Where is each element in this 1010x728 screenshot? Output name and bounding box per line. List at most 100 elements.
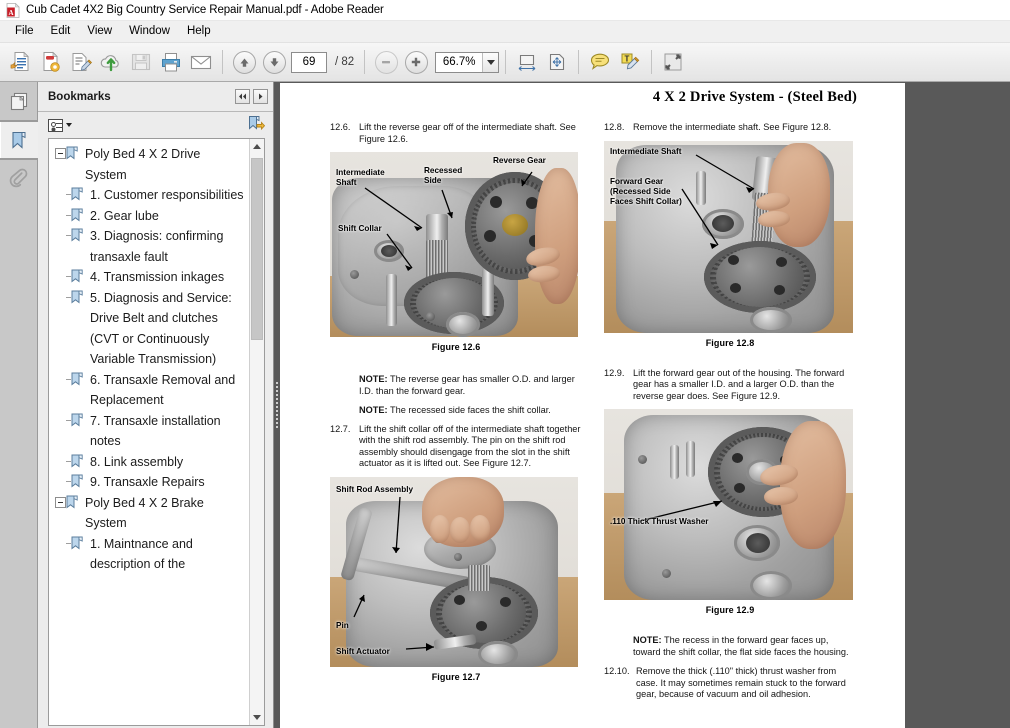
bookmark-item[interactable]: 1. Customer responsibilities xyxy=(49,185,249,206)
figure-12-7-label-1: Pin xyxy=(336,620,349,630)
bookmark-item[interactable]: Poly Bed 4 X 2 Brake System xyxy=(49,493,249,534)
bookmarks-tree-container: Poly Bed 4 X 2 Drive System 1. Customer r… xyxy=(48,138,265,726)
figure-12-6-label-2: Reverse Gear xyxy=(493,156,546,166)
fg-hole-1 xyxy=(728,254,739,265)
main-toolbar: 69 / 82 66.7% T xyxy=(0,43,1010,82)
figure-12-9-caption: Figure 12.9 xyxy=(705,605,755,616)
title-bar: A Cub Cadet 4X2 Big Country Service Repa… xyxy=(0,0,1010,21)
page-thumbnails-icon[interactable] xyxy=(0,82,38,120)
bookmark-item[interactable]: Poly Bed 4 X 2 Drive System xyxy=(49,144,249,185)
bookmark-collapse-toggle[interactable] xyxy=(55,148,66,159)
bookmark-item[interactable]: 9. Transaxle Repairs xyxy=(49,472,249,493)
bookmark-icon xyxy=(71,474,84,488)
menu-window[interactable]: Window xyxy=(121,23,179,40)
bookmark-item[interactable]: 3. Diagnosis: confirming transaxle fault xyxy=(49,226,249,267)
bookmark-item[interactable]: 8. Link assembly xyxy=(49,452,249,473)
bookmark-icon xyxy=(71,372,84,386)
new-bookmark-icon[interactable] xyxy=(248,115,266,136)
note-1: NOTE: The reverse gear has smaller O.D. … xyxy=(359,374,582,398)
attachments-paperclip-icon[interactable] xyxy=(0,160,38,198)
bookmark-item[interactable]: 6. Transaxle Removal and Replacement xyxy=(49,370,249,411)
menu-help[interactable]: Help xyxy=(179,23,220,40)
text-comment-icon[interactable]: T xyxy=(615,47,645,77)
bookmark-icon xyxy=(66,495,79,509)
bookmark-collapse-toggle[interactable] xyxy=(55,496,66,508)
dowel-pin-left xyxy=(386,274,397,327)
bookmark-item[interactable]: 1. Maintnance and description of the xyxy=(49,534,249,575)
menu-edit[interactable]: Edit xyxy=(43,23,80,40)
bearing-inner-3 xyxy=(712,214,734,232)
edit-pdf-icon[interactable] xyxy=(66,47,96,77)
note-2: NOTE: The recessed side faces the shift … xyxy=(359,405,582,417)
scroll-down-button[interactable] xyxy=(250,710,264,725)
window-title: Cub Cadet 4X2 Big Country Service Repair… xyxy=(26,4,384,16)
bookmark-label: 5. Diagnosis and Service: Drive Belt and… xyxy=(90,290,232,367)
adobe-reader-window: A Cub Cadet 4X2 Big Country Service Repa… xyxy=(0,0,1010,728)
scroll-up-button[interactable] xyxy=(250,139,264,154)
step-12-6: 12.6. Lift the reverse gear off of the i… xyxy=(330,122,582,145)
collar-bolt-3 xyxy=(454,552,462,561)
figure-12-7-label-0: Shift Rod Assembly xyxy=(336,484,414,494)
bookmarks-scrollbar[interactable] xyxy=(249,139,264,725)
step-12-7-number: 12.7. xyxy=(330,423,351,434)
note-1-text: The reverse gear has smaller O.D. and la… xyxy=(359,374,575,396)
menu-bar: File Edit View Window Help xyxy=(0,21,1010,43)
bookmark-icon xyxy=(71,269,84,283)
bookmark-label: 3. Diagnosis: confirming transaxle fault xyxy=(90,229,224,264)
bookmark-label: 9. Transaxle Repairs xyxy=(90,475,205,489)
note-3-text: The recess in the forward gear faces up,… xyxy=(633,635,849,658)
comment-balloon-icon[interactable] xyxy=(585,47,615,77)
fit-width-icon[interactable] xyxy=(512,47,542,77)
fit-page-icon[interactable] xyxy=(542,47,572,77)
bookmark-label: 2. Gear lube xyxy=(90,208,159,223)
dowel-pin-3 xyxy=(696,170,706,205)
scrollbar-thumb[interactable] xyxy=(251,158,263,340)
zoom-dropdown-arrow[interactable] xyxy=(482,52,499,72)
navigation-rail xyxy=(0,82,38,728)
dowel-pin-5 xyxy=(686,441,695,478)
bookmark-icon xyxy=(71,228,84,242)
bookmark-icon xyxy=(66,146,79,160)
chevron-down-icon xyxy=(66,123,72,127)
bookmark-item[interactable]: 4. Transmission inkages xyxy=(49,267,249,288)
note-3: NOTE: The recess in the forward gear fac… xyxy=(633,635,856,659)
bookmark-label: 1. Maintnance and description of the xyxy=(90,536,193,572)
page-header: 4 X 2 Drive System - (Steel Bed) xyxy=(652,89,857,105)
bookmark-item[interactable]: 5. Diagnosis and Service: Drive Belt and… xyxy=(49,288,249,370)
open-file-icon[interactable] xyxy=(6,47,36,77)
bookmark-item[interactable]: 2. Gear lube xyxy=(49,206,249,227)
note-2-text: The recessed side faces the shift collar… xyxy=(387,404,551,415)
bookmark-label: Poly Bed 4 X 2 Brake System xyxy=(85,495,204,531)
bookmark-options-button[interactable] xyxy=(48,118,72,132)
bookmark-icon xyxy=(71,454,84,468)
scrollbar-track[interactable] xyxy=(250,154,264,710)
panel-collapse-button[interactable] xyxy=(235,89,250,104)
create-pdf-icon[interactable] xyxy=(36,47,66,77)
main-area: Bookmarks Poly Bed 4 X 2 Drive System 1.… xyxy=(0,82,1010,728)
upload-cloud-icon[interactable] xyxy=(96,47,126,77)
bookmarks-tree[interactable]: Poly Bed 4 X 2 Drive System 1. Customer r… xyxy=(49,139,249,725)
gear2-hole-3 xyxy=(476,620,487,631)
zoom-out-button[interactable] xyxy=(371,47,401,77)
zoom-in-button[interactable] xyxy=(401,47,431,77)
svg-text:T: T xyxy=(625,55,630,64)
fg-hole-4 xyxy=(774,284,785,295)
figure-12-8-label-1: Forward Gear (Recessed Side Faces Shift … xyxy=(610,176,682,206)
bookmark-icon xyxy=(71,290,84,304)
email-icon[interactable] xyxy=(186,47,216,77)
next-page-button[interactable] xyxy=(259,47,289,77)
bookmarks-icon[interactable] xyxy=(0,121,38,159)
fullscreen-icon[interactable] xyxy=(658,47,688,77)
menu-file[interactable]: File xyxy=(7,23,43,40)
zoom-level-combobox[interactable]: 66.7% xyxy=(435,51,500,73)
print-icon[interactable] xyxy=(156,47,186,77)
menu-view[interactable]: View xyxy=(79,23,121,40)
bookmark-item[interactable]: 7. Transaxle installation notes xyxy=(49,411,249,452)
page-number-input[interactable]: 69 xyxy=(291,51,327,73)
figure-12-6-label-3: Shift Collar xyxy=(338,224,382,234)
bookmark-icon xyxy=(71,536,84,550)
previous-page-button[interactable] xyxy=(229,47,259,77)
document-viewport[interactable]: 4 X 2 Drive System - (Steel Bed) 12.6. L… xyxy=(280,82,1010,728)
step-12-8-text: Remove the intermediate shaft. See Figur… xyxy=(633,122,832,132)
panel-expand-button[interactable] xyxy=(253,89,268,104)
